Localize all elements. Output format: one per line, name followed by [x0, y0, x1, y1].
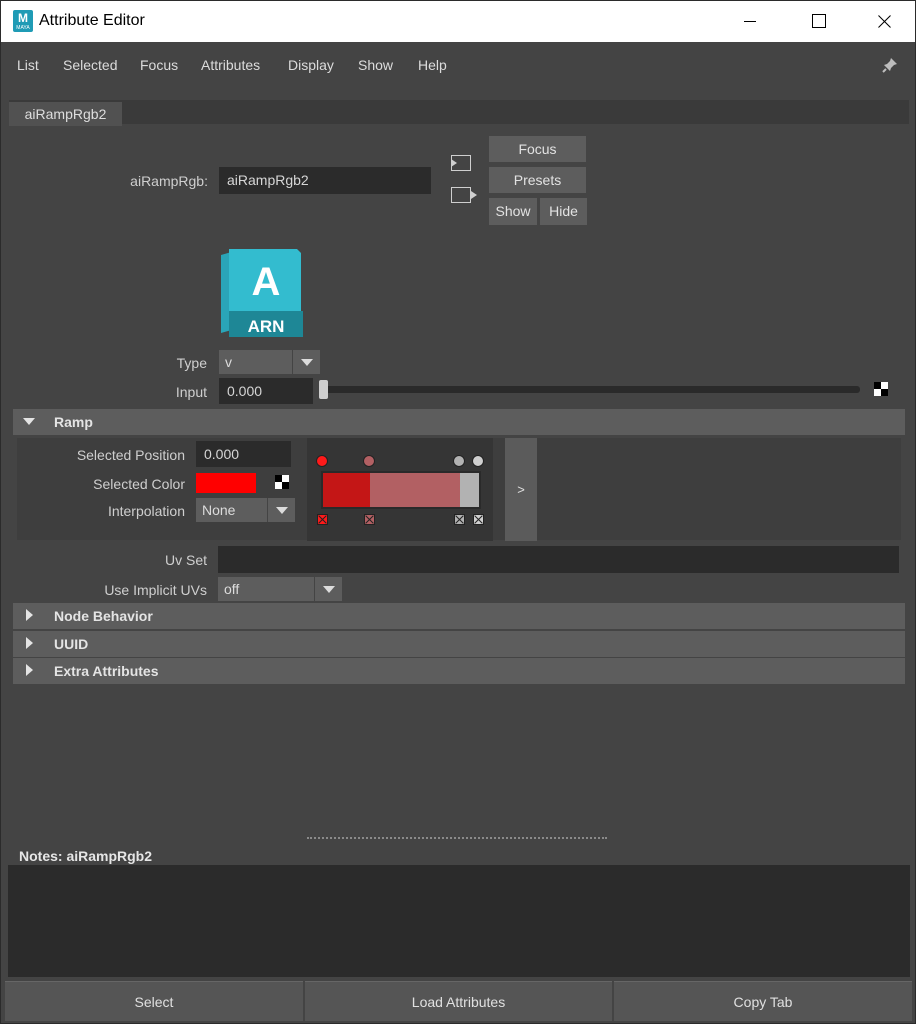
input-label: Input	[175, 384, 207, 400]
menu-attributes[interactable]: Attributes	[201, 57, 260, 73]
ramp-stop-handle[interactable]	[362, 455, 375, 467]
menu-show[interactable]: Show	[358, 57, 393, 73]
menu-help[interactable]: Help	[418, 57, 447, 73]
input-slider-handle[interactable]	[319, 380, 328, 399]
app-icon-sub: MAYA	[16, 25, 30, 31]
logo-text: ARN	[248, 317, 285, 336]
ramp-section-header[interactable]: Ramp	[13, 409, 905, 435]
hide-button[interactable]: Hide	[540, 198, 587, 225]
type-dropdown[interactable]: v	[219, 350, 320, 374]
show-button[interactable]: Show	[489, 198, 537, 225]
map-texture-icon[interactable]	[874, 382, 888, 396]
menu-bar: List Selected Focus Attributes Display S…	[1, 42, 915, 89]
input-slider-track[interactable]	[321, 386, 860, 393]
menu-focus[interactable]: Focus	[140, 57, 178, 73]
notes-label: Notes: aiRampRgb2	[19, 848, 153, 864]
node-type-label: aiRampRgb:	[130, 173, 208, 189]
delete-stop-icon[interactable]	[454, 514, 466, 525]
selected-color-label: Selected Color	[93, 476, 185, 492]
window-title: Attribute Editor	[39, 12, 145, 29]
minimize-icon[interactable]	[727, 1, 773, 42]
menu-selected[interactable]: Selected	[63, 57, 117, 73]
section-title: Node Behavior	[54, 608, 153, 624]
selected-position-label: Selected Position	[76, 447, 185, 463]
ramp-stop-handle[interactable]	[316, 455, 328, 467]
section-title: Extra Attributes	[54, 663, 159, 679]
uvset-label: Uv Set	[164, 552, 207, 568]
chevron-down-icon	[292, 350, 320, 374]
delete-stop-icon[interactable]	[363, 514, 375, 525]
load-attributes-button[interactable]: Load Attributes	[305, 981, 612, 1021]
presets-button[interactable]: Presets	[489, 167, 586, 193]
type-value: v	[225, 354, 232, 370]
uuid-section-header[interactable]: UUID	[13, 631, 905, 657]
ramp-segment	[460, 473, 479, 507]
delete-stop-icon[interactable]	[473, 514, 484, 525]
notes-textarea[interactable]	[8, 865, 910, 977]
close-icon[interactable]	[861, 1, 907, 42]
interpolation-value: None	[202, 502, 236, 518]
node-name-field[interactable]: aiRampRgb2	[219, 167, 431, 194]
ramp-stop-handle[interactable]	[472, 455, 484, 467]
use-implicit-uvs-value: off	[224, 581, 240, 597]
caret-right-icon	[26, 609, 33, 621]
menu-display[interactable]: Display	[288, 57, 334, 73]
select-button[interactable]: Select	[5, 981, 303, 1021]
attribute-editor-window: M MAYA Attribute Editor List Selected Fo…	[0, 0, 916, 1024]
interpolation-dropdown[interactable]: None	[196, 498, 295, 522]
tab-airamprgb2[interactable]: aiRampRgb2	[9, 102, 122, 126]
focus-button[interactable]: Focus	[489, 136, 586, 162]
logo-letter: A	[252, 260, 281, 304]
caret-right-icon	[26, 664, 33, 676]
arnold-logo-icon: A ARN	[221, 249, 303, 337]
extra-attributes-section-header[interactable]: Extra Attributes	[13, 658, 905, 684]
use-implicit-uvs-label: Use Implicit UVs	[104, 582, 207, 598]
ramp-segment	[323, 473, 370, 507]
section-title: UUID	[54, 636, 89, 652]
uvset-field[interactable]	[218, 546, 899, 573]
selected-color-swatch[interactable]	[196, 473, 256, 493]
pin-icon[interactable]	[881, 56, 899, 74]
ramp-segment	[369, 473, 461, 507]
interpolation-label: Interpolation	[107, 503, 185, 519]
type-label: Type	[176, 355, 207, 371]
selected-position-field[interactable]: 0.000	[196, 441, 291, 467]
input-field[interactable]: 0.000	[219, 378, 313, 404]
maximize-icon[interactable]	[795, 1, 841, 42]
node-behavior-section-header[interactable]: Node Behavior	[13, 603, 905, 629]
splitter-handle[interactable]	[307, 837, 607, 841]
caret-right-icon	[26, 637, 33, 649]
chevron-down-icon	[314, 577, 342, 601]
use-implicit-uvs-dropdown[interactable]: off	[218, 577, 342, 601]
ramp-gradient-bar[interactable]	[321, 471, 481, 509]
delete-stop-icon[interactable]	[317, 514, 328, 525]
chevron-down-icon	[267, 498, 295, 522]
output-connection-icon[interactable]	[451, 187, 477, 203]
app-icon-letter: M	[18, 11, 28, 25]
copy-tab-button[interactable]: Copy Tab	[614, 981, 912, 1021]
ramp-section-title: Ramp	[54, 414, 93, 430]
color-map-icon[interactable]	[275, 475, 289, 489]
caret-down-icon	[23, 418, 35, 425]
maya-app-icon: M MAYA	[13, 10, 33, 32]
tab-strip	[9, 100, 909, 124]
title-bar: M MAYA Attribute Editor	[1, 1, 915, 42]
ramp-expand-button[interactable]: >	[505, 438, 537, 541]
input-connection-icon[interactable]	[451, 155, 471, 171]
menu-list[interactable]: List	[17, 57, 39, 73]
